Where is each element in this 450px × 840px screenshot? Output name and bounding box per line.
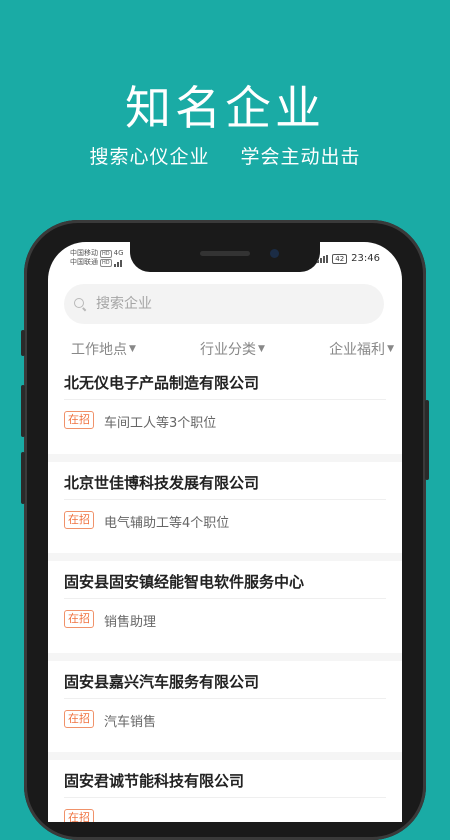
hiring-badge: 在招: [64, 510, 94, 529]
carrier-1: 中国移动: [70, 249, 98, 257]
filter-industry-label: 行业分类: [200, 342, 257, 358]
status-right: 42 23:46: [317, 253, 380, 264]
filter-industry[interactable]: 行业分类 ▼: [200, 338, 265, 360]
card-separator: [48, 453, 402, 462]
divider: [64, 598, 386, 599]
company-name: 北京世佳博科技发展有限公司: [64, 473, 260, 492]
hero-subtitle: 搜索心仪企业 学会主动出击: [0, 142, 450, 169]
filter-bar: 工作地点 ▼ 行业分类 ▼ 企业福利 ▼: [48, 338, 402, 360]
notch: [130, 242, 320, 272]
power-button: [425, 400, 429, 480]
hd-badge: HD: [100, 249, 112, 258]
company-name: 北无仪电子产品制造有限公司: [64, 374, 260, 392]
company-card[interactable]: 固安君诚节能科技有限公司 在招: [48, 760, 402, 822]
divider: [64, 797, 386, 798]
speaker-icon: [200, 251, 250, 256]
company-card[interactable]: 北京世佳博科技发展有限公司 在招 电气辅助工等4个职位: [48, 462, 402, 561]
card-separator: [48, 652, 402, 661]
net-type: 4G: [113, 249, 124, 257]
job-summary: 销售助理: [104, 615, 157, 630]
filter-benefits[interactable]: 企业福利 ▼: [329, 338, 394, 360]
hiring-badge: 在招: [64, 709, 94, 728]
hiring-badge: 在招: [64, 610, 94, 628]
camera-icon: [270, 249, 279, 258]
hd-badge-2: HD: [100, 258, 112, 267]
mute-switch: [21, 330, 25, 356]
filter-location-label: 工作地点: [71, 342, 127, 358]
card-separator: [48, 553, 402, 561]
filter-benefits-label: 企业福利: [329, 342, 386, 358]
company-card[interactable]: 北无仪电子产品制造有限公司 在招 车间工人等3个职位: [48, 362, 402, 462]
volume-up-button: [21, 385, 25, 437]
hero-title: 知名企业: [125, 81, 325, 135]
carrier-2: 中国联通: [70, 258, 98, 266]
job-summary: 电气辅助工等4个职位: [104, 515, 230, 531]
company-name: 固安君诚节能科技有限公司: [64, 772, 245, 790]
volume-down-button: [21, 452, 25, 504]
company-card[interactable]: 固安县固安镇经能智电软件服务中心 在招 销售助理: [48, 561, 402, 661]
caret-down-icon: ▼: [129, 344, 136, 354]
company-card[interactable]: 固安县嘉兴汽车服务有限公司 在招 汽车销售: [48, 661, 402, 760]
phone-frame: 中国移动 HD 4G 中国联通 HD 42 23:46 工作地点: [21, 220, 429, 840]
hero-subtitle-left: 搜索心仪企业: [89, 146, 210, 168]
caret-down-icon: ▼: [258, 344, 265, 354]
company-list: 北无仪电子产品制造有限公司 在招 车间工人等3个职位 北京世佳博科技发展有限公司…: [48, 362, 402, 822]
signal-icon: [113, 259, 122, 267]
card-separator: [48, 752, 402, 760]
divider: [64, 498, 386, 500]
hiring-badge: 在招: [64, 809, 94, 822]
search-icon: [74, 298, 86, 310]
search-input[interactable]: [94, 295, 358, 313]
status-time: 23:46: [351, 253, 380, 264]
signal-icon-right: [317, 254, 329, 263]
hiring-badge: 在招: [64, 411, 94, 429]
status-carriers: 中国移动 HD 4G 中国联通 HD: [70, 249, 124, 267]
company-name: 固安县嘉兴汽车服务有限公司: [64, 672, 260, 691]
hero-subtitle-right: 学会主动出击: [240, 146, 361, 168]
search-bar[interactable]: [64, 284, 384, 324]
filter-location[interactable]: 工作地点 ▼: [71, 338, 136, 360]
company-name: 固安县固安镇经能智电软件服务中心: [64, 573, 305, 591]
caret-down-icon: ▼: [387, 344, 394, 354]
job-summary: 车间工人等3个职位: [104, 416, 217, 431]
battery-icon: 42: [332, 253, 348, 264]
divider: [64, 399, 386, 400]
job-summary: 汽车销售: [104, 714, 157, 730]
divider: [64, 697, 386, 699]
phone-screen: 中国移动 HD 4G 中国联通 HD 42 23:46 工作地点: [48, 242, 402, 822]
